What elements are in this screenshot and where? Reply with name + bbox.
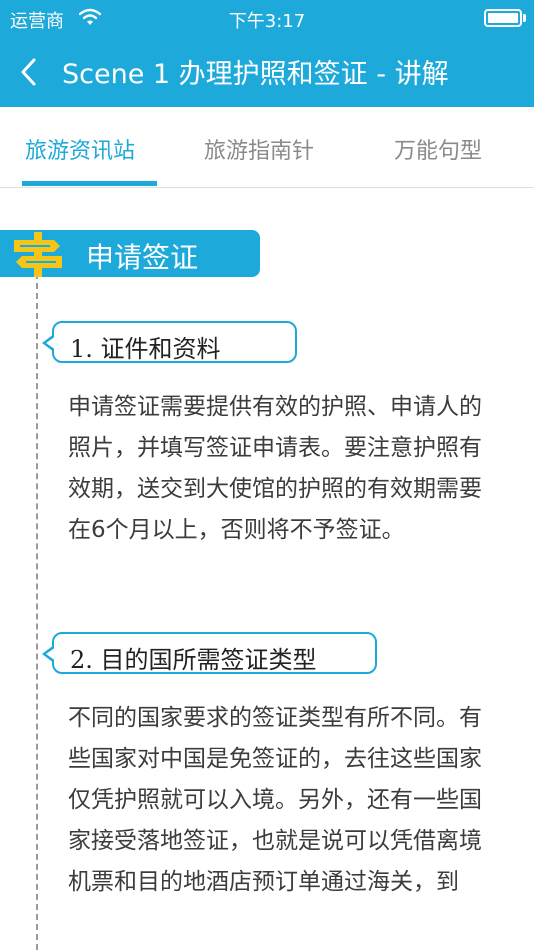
active-tab-indicator xyxy=(22,181,157,186)
section-title: 申请签证 xyxy=(86,241,199,274)
timeline-dashed-line xyxy=(36,273,38,950)
tab-travel-info[interactable]: 旅游资讯站 xyxy=(25,133,135,165)
item-heading: 2. 目的国所需签证类型 xyxy=(70,646,317,674)
tab-sentence-patterns[interactable]: 万能句型 xyxy=(394,133,482,165)
item-heading-bubble: 1. 证件和资料 xyxy=(42,321,297,363)
tab-travel-guide[interactable]: 旅游指南针 xyxy=(204,133,314,165)
status-bar: 运营商 下午3:17 xyxy=(0,0,534,36)
item-body: 申请签证需要提供有效的护照、申请人的照片，并填写签证申请表。要注意护照有效期，送… xyxy=(68,394,482,543)
signpost-icon xyxy=(14,232,62,277)
clock: 下午3:17 xyxy=(228,11,306,32)
page-title: Scene 1 办理护照和签证 - 讲解 xyxy=(62,59,449,90)
section-header: 申请签证 xyxy=(0,230,260,277)
top-bar: 运营商 下午3:17 Scene 1 办理护照和签证 - 讲解 xyxy=(0,0,534,107)
item-heading: 1. 证件和资料 xyxy=(70,335,221,363)
back-chevron-icon[interactable] xyxy=(14,52,44,92)
tab-bar: 旅游资讯站 旅游指南针 万能句型 xyxy=(0,107,534,188)
item-body: 不同的国家要求的签证类型有所不同。有些国家对中国是免签证的，去往这些国家仅凭护照… xyxy=(68,705,482,895)
item-heading-bubble: 2. 目的国所需签证类型 xyxy=(42,632,377,674)
battery-icon xyxy=(484,9,526,27)
